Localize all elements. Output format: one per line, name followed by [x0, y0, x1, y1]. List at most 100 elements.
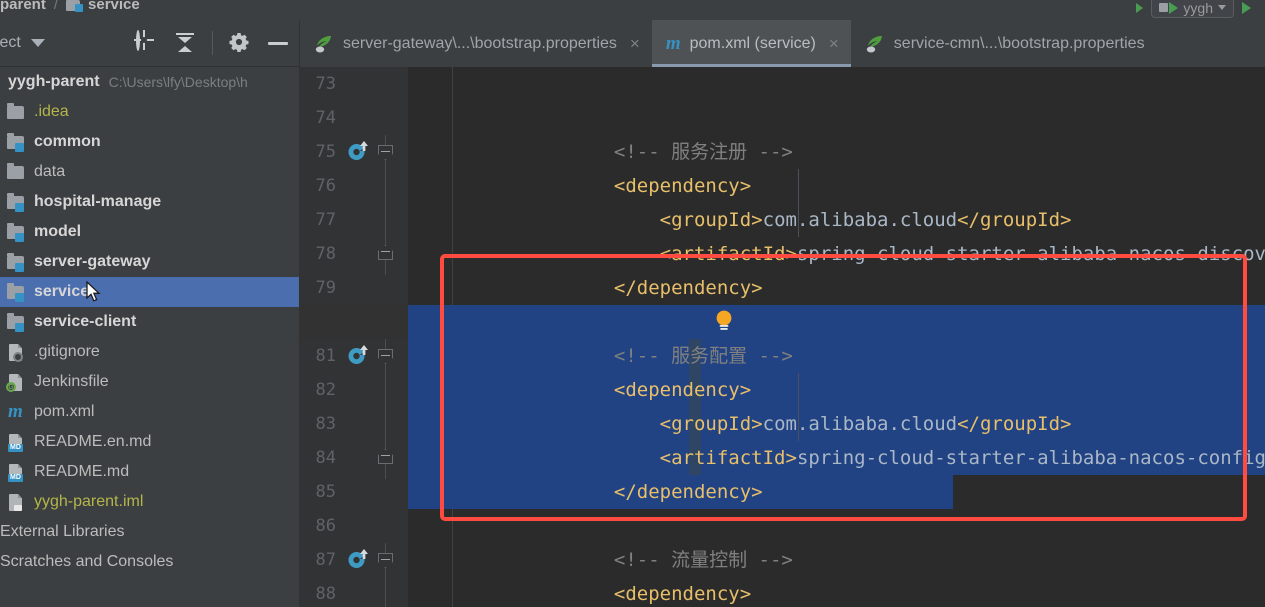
tree-item-label: External Libraries	[0, 523, 125, 540]
tree-item-label: model	[34, 223, 82, 240]
tree-item-jenkinsfile[interactable]: G Jenkinsfile	[0, 367, 299, 397]
tree-item-service-client[interactable]: service-client	[0, 307, 299, 337]
tab-label: server-gateway\...\bootstrap.properties	[343, 34, 617, 52]
project-tree: yygh-parent C:\Users\lfy\Desktop\h .idea…	[0, 67, 299, 577]
tree-item-service[interactable]: service	[0, 277, 299, 307]
line-number: 87	[315, 550, 336, 570]
line-number: 77	[315, 210, 336, 230]
tree-item-readme-md[interactable]: MD README.md	[0, 457, 299, 487]
tree-item-label: hospital-manage	[34, 193, 162, 210]
line-number: 81	[315, 346, 336, 366]
project-panel-title[interactable]: oject	[0, 34, 21, 52]
code-line: <artifactId>spring-cloud-starter-alibaba…	[408, 203, 1265, 265]
maven-reimport-icon[interactable]	[346, 343, 370, 367]
tab-server-gateway-bootstrap-properties[interactable]: server-gateway\...\bootstrap.properties …	[300, 20, 652, 67]
gitignore-file-icon	[6, 342, 28, 362]
locate-in-tree-icon[interactable]	[136, 30, 158, 54]
code-line: <dependency>	[408, 543, 1265, 605]
tree-item-label: README.en.md	[34, 433, 152, 450]
line-number: 83	[315, 414, 336, 434]
tree-item-label: Scratches and Consoles	[0, 553, 174, 570]
chevron-down-icon[interactable]	[1218, 5, 1226, 10]
toolbar-divider	[212, 31, 213, 55]
run-triangle-icon-left[interactable]	[1136, 2, 1144, 13]
breadcrumb-separator: /	[53, 0, 59, 13]
code-line: <groupId>com.alibaba.cloud</groupId>	[408, 577, 1265, 607]
tree-item-readme-en-md[interactable]: MD README.en.md	[0, 427, 299, 457]
tab-service-cmn-bootstrap-properties[interactable]: service-cmn\...\bootstrap.properties	[851, 20, 1157, 67]
close-icon[interactable]: ×	[829, 35, 839, 52]
run-triangle-icon-right[interactable]	[1242, 1, 1251, 14]
tree-item-pom-xml[interactable]: m pom.xml	[0, 397, 299, 427]
fold-region-start-icon[interactable]	[378, 553, 393, 568]
line-number: 86	[315, 516, 336, 536]
tree-item-label: data	[34, 163, 66, 180]
folder-module-icon	[0, 72, 2, 92]
line-number: 78	[315, 244, 336, 264]
tree-item-model[interactable]: model	[0, 217, 299, 247]
line-number: 79	[315, 278, 336, 298]
maven-reimport-icon[interactable]	[346, 139, 370, 163]
line-number: 82	[315, 380, 336, 400]
tree-item-label: .gitignore	[34, 343, 100, 360]
line-number: 76	[315, 176, 336, 196]
run-configuration-selector[interactable]: yygh	[1151, 0, 1234, 18]
tree-root-yygh-parent[interactable]: yygh-parent C:\Users\lfy\Desktop\h	[0, 67, 299, 97]
code-line: <dependency>	[408, 135, 1265, 197]
fold-region-start-icon[interactable]	[378, 349, 393, 364]
settings-gear-icon[interactable]	[229, 32, 251, 54]
code-line: <groupId>com.alibaba.cloud</groupId>	[408, 169, 1265, 231]
maven-file-icon: m	[8, 401, 23, 422]
line-number: 75	[315, 142, 336, 162]
tree-item-label: yygh-parent.iml	[34, 493, 144, 510]
close-icon[interactable]: ×	[630, 35, 640, 52]
iml-file-icon	[6, 492, 28, 512]
tree-item-idea[interactable]: .idea	[0, 97, 299, 127]
project-tool-window: oject	[0, 20, 300, 607]
line-number: 74	[315, 108, 336, 128]
line-number: 85	[315, 482, 336, 502]
tree-item-label: service	[34, 283, 90, 300]
tree-item-common[interactable]: common	[0, 127, 299, 157]
fold-region-end-icon[interactable]	[378, 245, 393, 260]
editor-tab-bar: server-gateway\...\bootstrap.properties …	[300, 20, 1265, 67]
spring-leaf-icon	[865, 35, 885, 53]
tree-item-hospital-manage[interactable]: hospital-manage	[0, 187, 299, 217]
tab-pom-xml-service[interactable]: m pom.xml (service) ×	[651, 20, 851, 67]
maven-file-icon: m	[665, 32, 681, 54]
tree-item-server-gateway[interactable]: server-gateway	[0, 247, 299, 277]
tree-item-scratches-and-consoles[interactable]: Scratches and Consoles	[0, 547, 299, 577]
collapse-all-icon[interactable]	[174, 32, 196, 54]
folder-icon	[6, 162, 28, 182]
hide-panel-icon[interactable]	[267, 32, 289, 54]
tree-item-label: common	[34, 133, 101, 150]
markdown-file-icon: MD	[6, 432, 28, 452]
tree-item-yygh-parent-iml[interactable]: yygh-parent.iml	[0, 487, 299, 517]
breadcrumb-parent[interactable]: parent	[0, 0, 46, 13]
line-number: 88	[315, 584, 336, 604]
breadcrumb-current[interactable]: service	[88, 0, 140, 13]
project-panel-toolbar	[136, 30, 289, 55]
fold-region-start-icon[interactable]	[378, 145, 393, 160]
run-toolbar: yygh	[1136, 0, 1251, 18]
folder-module-icon	[6, 282, 28, 302]
tab-label: pom.xml (service)	[689, 34, 816, 52]
red-highlight-rectangle	[440, 254, 1247, 521]
top-strip: parent / service yygh	[0, 0, 1265, 20]
maven-reimport-icon[interactable]	[346, 547, 370, 571]
tree-root-label: yygh-parent	[8, 73, 100, 90]
line-number: 84	[315, 448, 336, 468]
tree-item-label: .idea	[34, 103, 69, 120]
line-number: 73	[315, 74, 336, 94]
tree-item-external-libraries[interactable]: External Libraries	[0, 517, 299, 547]
tree-item-label: Jenkinsfile	[34, 373, 109, 390]
folder-icon	[6, 102, 28, 122]
tree-item-gitignore[interactable]: .gitignore	[0, 337, 299, 367]
fold-region-end-icon[interactable]	[378, 449, 393, 464]
tree-item-data[interactable]: data	[0, 157, 299, 187]
run-config-name: yygh	[1183, 0, 1213, 16]
tab-label: service-cmn\...\bootstrap.properties	[893, 34, 1145, 52]
chevron-down-icon[interactable]	[30, 39, 45, 47]
tree-item-label: README.md	[34, 463, 130, 480]
